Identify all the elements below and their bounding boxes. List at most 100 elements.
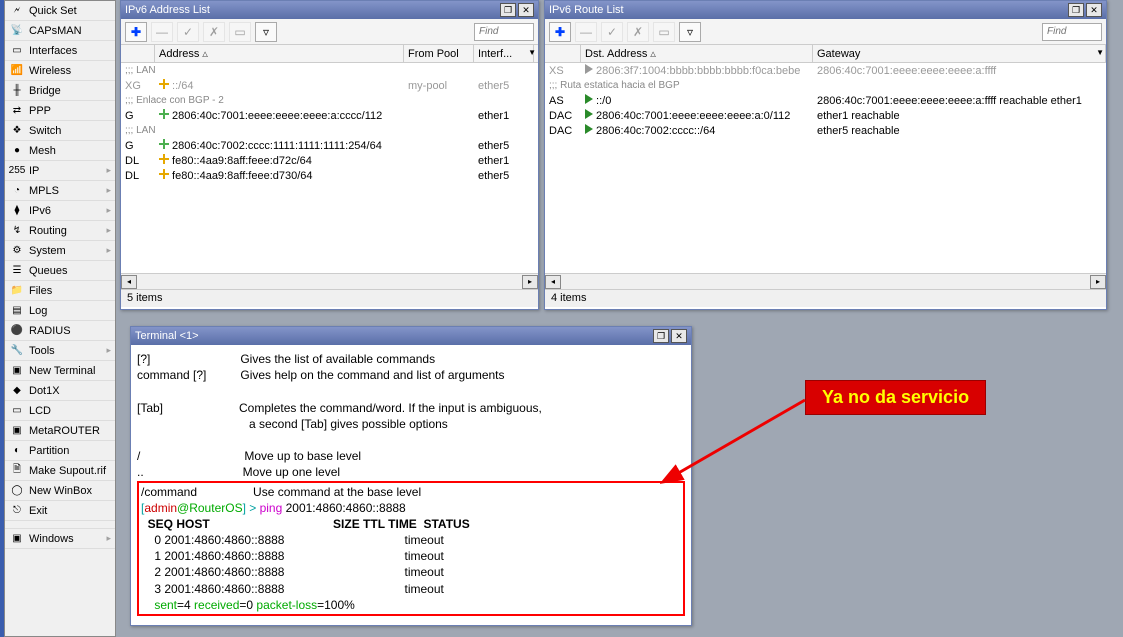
sidebar-item[interactable]: ❖Switch: [5, 121, 115, 141]
disable-button[interactable]: ✗: [203, 22, 225, 42]
sidebar-item[interactable]: ▤Log: [5, 301, 115, 321]
menu-icon: ▣: [9, 531, 25, 547]
column-menu-icon[interactable]: ▼: [1096, 48, 1104, 57]
menu-icon: ▣: [9, 423, 25, 439]
sidebar-item[interactable]: ⎋Exit: [5, 501, 115, 521]
col-gateway[interactable]: Gateway: [813, 45, 1106, 62]
table-row[interactable]: G 2806:40c:7001:eeee:eeee:eeee:a:cccc/11…: [121, 108, 538, 123]
table-row[interactable]: DAC 2806:40c:7001:eeee:eeee:eeee:a:0/112…: [545, 108, 1106, 123]
add-button[interactable]: ✚: [125, 22, 147, 42]
comment-button[interactable]: ▭: [653, 22, 675, 42]
sidebar-item[interactable]: ◐Partition: [5, 441, 115, 461]
comment-button[interactable]: ▭: [229, 22, 251, 42]
group-row: ;;; LAN: [121, 63, 538, 78]
sidebar-item[interactable]: 🗎Make Supout.rif: [5, 461, 115, 481]
col-flags[interactable]: [121, 45, 155, 62]
sidebar-item[interactable]: 🗲Quick Set: [5, 1, 115, 21]
menu-icon: ▭: [9, 403, 25, 419]
col-dst-address[interactable]: Dst. Address△: [581, 45, 813, 62]
col-from-pool[interactable]: From Pool: [404, 45, 474, 62]
route-icon: [585, 64, 593, 74]
cell-gateway: 2806:40c:7001:eeee:eeee:eeee:a:ffff reac…: [813, 95, 1106, 107]
restore-button[interactable]: ❐: [500, 3, 516, 17]
sidebar-item[interactable]: ⇄PPP: [5, 101, 115, 121]
table-row[interactable]: DAC 2806:40c:7002:cccc::/64ether5 reacha…: [545, 123, 1106, 138]
col-flags[interactable]: [545, 45, 581, 62]
submenu-indicator-icon: ▸: [106, 185, 111, 196]
submenu-indicator-icon: ▸: [106, 533, 111, 544]
sidebar-item[interactable]: ●Mesh: [5, 141, 115, 161]
table-row[interactable]: G 2806:40c:7002:cccc:1111:1111:1111:254/…: [121, 138, 538, 153]
menu-icon: 🗎: [9, 463, 25, 479]
scroll-left-icon[interactable]: ◂: [545, 275, 561, 289]
table-row[interactable]: AS ::/02806:40c:7001:eeee:eeee:eeee:a:ff…: [545, 93, 1106, 108]
table-row[interactable]: DL fe80::4aa9:8aff:feee:d730/64ether5: [121, 168, 538, 183]
sidebar-item[interactable]: ◔MPLS▸: [5, 181, 115, 201]
term-text: command [?]: [137, 368, 206, 382]
sidebar-item[interactable]: ◆Dot1X: [5, 381, 115, 401]
remove-button[interactable]: —: [575, 22, 597, 42]
term-text: RouterOS: [189, 501, 242, 515]
sidebar-item[interactable]: ◯New WinBox: [5, 481, 115, 501]
plus-icon: [159, 169, 169, 179]
table-row[interactable]: DL fe80::4aa9:8aff:feee:d72c/64ether1: [121, 153, 538, 168]
close-button[interactable]: ✕: [518, 3, 534, 17]
sidebar-item[interactable]: ▣New Terminal: [5, 361, 115, 381]
sidebar-item[interactable]: ▭LCD: [5, 401, 115, 421]
restore-button[interactable]: ❐: [1068, 3, 1084, 17]
h-scrollbar[interactable]: ◂ ▸: [545, 273, 1106, 289]
group-row: ;;; Enlace con BGP - 2: [121, 93, 538, 108]
cell-flags: AS: [545, 95, 581, 107]
menu-icon: ◔: [9, 183, 25, 199]
sidebar-item[interactable]: ⚫RADIUS: [5, 321, 115, 341]
menu-icon: ⧫: [9, 203, 25, 219]
sidebar-item[interactable]: ⚙System▸: [5, 241, 115, 261]
sidebar-item[interactable]: ▭Interfaces: [5, 41, 115, 61]
sidebar-item[interactable]: ╫Bridge: [5, 81, 115, 101]
disable-button[interactable]: ✗: [627, 22, 649, 42]
submenu-indicator-icon: ▸: [106, 165, 111, 176]
term-text: Completes the command/word. If the input…: [239, 401, 542, 415]
column-menu-icon[interactable]: ▼: [528, 48, 536, 57]
filter-button[interactable]: ▿: [679, 22, 701, 42]
sidebar-item-label: Exit: [29, 505, 47, 517]
cell-address: fe80::4aa9:8aff:feee:d730/64: [155, 169, 404, 182]
add-button[interactable]: ✚: [549, 22, 571, 42]
table-row[interactable]: XG ::/64my-poolether5: [121, 78, 538, 93]
titlebar[interactable]: IPv6 Route List ❐ ✕: [545, 1, 1106, 19]
col-interface[interactable]: Interf...: [474, 45, 534, 62]
statusbar: 4 items: [545, 289, 1106, 307]
find-input[interactable]: [474, 23, 534, 41]
cell-interface: ether5: [474, 140, 534, 152]
scroll-right-icon[interactable]: ▸: [522, 275, 538, 289]
sidebar-item[interactable]: 255IP▸: [5, 161, 115, 181]
sidebar-item[interactable]: ⧫IPv6▸: [5, 201, 115, 221]
find-input[interactable]: [1042, 23, 1102, 41]
sidebar-item[interactable]: 🔧Tools▸: [5, 341, 115, 361]
sidebar-item[interactable]: ▣Windows▸: [5, 529, 115, 549]
sidebar-item[interactable]: 📶Wireless: [5, 61, 115, 81]
h-scrollbar[interactable]: ◂ ▸: [121, 273, 538, 289]
close-button[interactable]: ✕: [1086, 3, 1102, 17]
sidebar-item-label: Queues: [29, 265, 68, 277]
titlebar[interactable]: Terminal <1> ❐ ✕: [131, 327, 691, 345]
sidebar-item[interactable]: ↯Routing▸: [5, 221, 115, 241]
close-button[interactable]: ✕: [671, 329, 687, 343]
restore-button[interactable]: ❐: [653, 329, 669, 343]
terminal-output[interactable]: [?]Gives the list of available commands …: [131, 345, 691, 625]
enable-button[interactable]: ✓: [601, 22, 623, 42]
sidebar-item[interactable]: 📡CAPsMAN: [5, 21, 115, 41]
col-address[interactable]: Address△: [155, 45, 404, 62]
sidebar-item[interactable]: ☰Queues: [5, 261, 115, 281]
titlebar[interactable]: IPv6 Address List ❐ ✕: [121, 1, 538, 19]
sidebar-item[interactable]: [5, 521, 115, 529]
remove-button[interactable]: —: [151, 22, 173, 42]
scroll-right-icon[interactable]: ▸: [1090, 275, 1106, 289]
sidebar-item[interactable]: ▣MetaROUTER: [5, 421, 115, 441]
cell-flags: XG: [121, 80, 155, 92]
table-row[interactable]: XS 2806:3f7:1004:bbbb:bbbb:bbbb:f0ca:beb…: [545, 63, 1106, 78]
filter-button[interactable]: ▿: [255, 22, 277, 42]
enable-button[interactable]: ✓: [177, 22, 199, 42]
scroll-left-icon[interactable]: ◂: [121, 275, 137, 289]
sidebar-item[interactable]: 📁Files: [5, 281, 115, 301]
